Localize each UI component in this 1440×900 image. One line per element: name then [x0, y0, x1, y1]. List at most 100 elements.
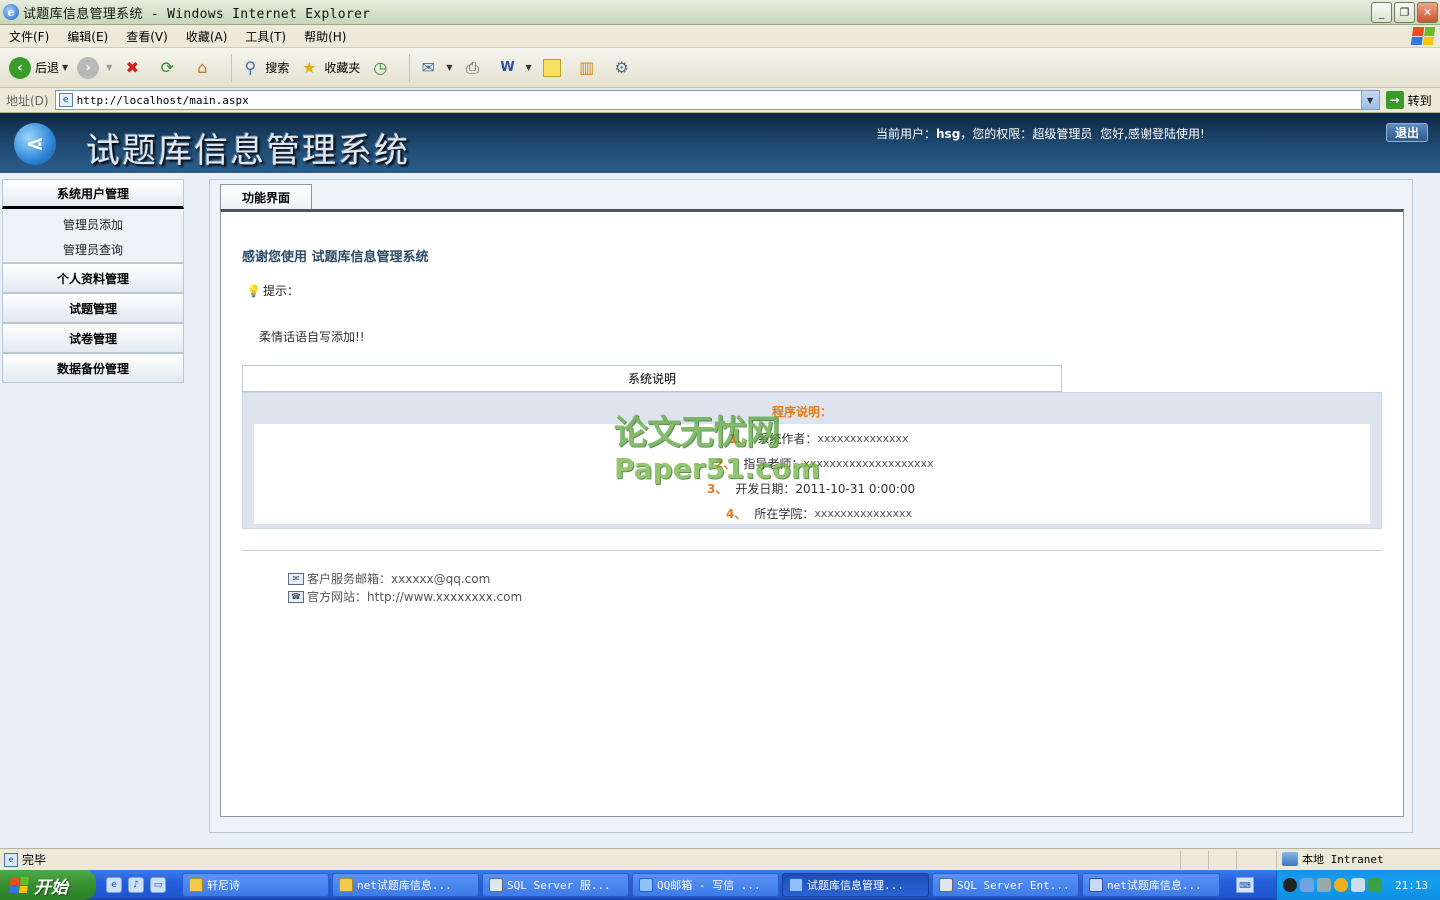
- contact-email: ✉ 客户服务邮箱： xxxxxx@qq.com: [288, 570, 490, 587]
- stop-icon: ✖: [125, 58, 140, 77]
- sidebar-item-admin-query[interactable]: 管理员查询: [2, 237, 184, 263]
- sidebar-item-admin-add[interactable]: 管理员添加: [2, 211, 184, 237]
- task-button[interactable]: QQ邮箱 - 写信 ...: [632, 873, 779, 897]
- books-icon: ▥: [579, 58, 595, 77]
- browser-toolbar: ‹ 后退 ▼ › ▼ ✖ ⟳ ⌂ ⚲ 搜索 ★ 收藏夹 ◷ ✉ ▼ ⎙ W ▼ …: [0, 48, 1440, 88]
- security-shield-icon[interactable]: [1368, 878, 1382, 892]
- system-title: 试题库信息管理系统: [86, 131, 410, 171]
- sidebar-group-papers[interactable]: 试卷管理: [2, 323, 184, 353]
- printer-icon: ⎙: [466, 57, 479, 77]
- menu-tools[interactable]: 工具(T): [236, 28, 295, 45]
- start-button[interactable]: 开始: [0, 870, 96, 900]
- favorites-label: 收藏夹: [324, 61, 361, 75]
- refresh-button[interactable]: ⟳: [155, 56, 182, 80]
- menu-help[interactable]: 帮助(H): [295, 28, 355, 45]
- windows-flag-icon: [1410, 27, 1436, 45]
- print-button[interactable]: ⎙: [461, 56, 488, 80]
- task-button-active[interactable]: 试题库信息管理...: [782, 873, 929, 897]
- windows-flag-icon: [8, 877, 30, 893]
- hint: 💡 提示：: [246, 282, 299, 299]
- menu-edit[interactable]: 编辑(E): [58, 28, 117, 45]
- mail-dropdown-icon[interactable]: ▼: [446, 63, 452, 72]
- sidebar-group-system-users[interactable]: 系统用户管理: [2, 179, 184, 209]
- sidebar-group-backup[interactable]: 数据备份管理: [2, 353, 184, 383]
- status-divider: [1208, 851, 1209, 869]
- forward-button[interactable]: › ▼: [76, 56, 112, 80]
- back-button[interactable]: ‹ 后退 ▼: [8, 56, 68, 80]
- page-icon: e: [58, 93, 73, 107]
- security-zone[interactable]: 本地 Intranet: [1282, 851, 1384, 867]
- edit-dropdown-icon[interactable]: ▼: [526, 63, 532, 72]
- notes-button[interactable]: [540, 56, 567, 80]
- address-label: 地址(D): [6, 93, 49, 108]
- mail-button[interactable]: ✉ ▼: [416, 56, 453, 80]
- window-controls: _ ❐ ✕: [1371, 2, 1438, 23]
- home-button[interactable]: ⌂: [190, 56, 217, 80]
- list-item: 4、 所在学院： xxxxxxxxxxxxxxx: [726, 507, 913, 521]
- task-button[interactable]: net试题库信息...: [332, 873, 479, 897]
- back-dropdown-icon[interactable]: ▼: [62, 63, 68, 72]
- word-icon: W: [500, 60, 515, 75]
- clock: 21:13: [1395, 878, 1429, 892]
- menu-view[interactable]: 查看(V): [117, 28, 177, 45]
- email-value[interactable]: xxxxxx@qq.com: [391, 572, 490, 586]
- go-button[interactable]: → 转到: [1385, 91, 1432, 109]
- address-url[interactable]: http://localhost/main.aspx: [77, 94, 249, 107]
- address-input[interactable]: e http://localhost/main.aspx ▼: [54, 90, 1380, 110]
- forward-dropdown-icon[interactable]: ▼: [106, 63, 112, 72]
- toolbar-separator: [231, 53, 233, 82]
- qq-icon[interactable]: [1283, 878, 1297, 892]
- page-icon: e: [4, 852, 18, 867]
- search-button[interactable]: ⚲ 搜索: [238, 56, 289, 80]
- intranet-icon: [1282, 852, 1298, 866]
- history-button[interactable]: ◷: [368, 56, 395, 80]
- close-button[interactable]: ✕: [1417, 2, 1438, 23]
- messenger-button[interactable]: ⚙: [610, 56, 637, 80]
- status-done: e 完毕: [0, 851, 46, 868]
- tab-function[interactable]: 功能界面: [220, 184, 312, 210]
- site-value[interactable]: http://www.xxxxxxxx.com: [367, 590, 522, 604]
- stop-button[interactable]: ✖: [120, 56, 147, 80]
- share-logo-icon: ⋖: [14, 123, 56, 165]
- maximize-button[interactable]: ❐: [1394, 2, 1415, 23]
- network-icon[interactable]: [1300, 878, 1314, 892]
- volume-icon[interactable]: [1317, 878, 1331, 892]
- item-label: 开发日期：: [735, 482, 796, 496]
- minimize-button[interactable]: _: [1371, 2, 1392, 23]
- status-divider: [1276, 851, 1277, 869]
- media-quicklaunch-icon[interactable]: ♪: [128, 877, 144, 893]
- program-title: 程序说明：: [772, 405, 833, 419]
- task-button[interactable]: net试题库信息...: [1082, 873, 1220, 897]
- item-label: 指导老师：: [743, 457, 804, 471]
- edit-button[interactable]: W ▼: [496, 56, 532, 80]
- note-icon: [540, 56, 564, 80]
- update-icon[interactable]: [1334, 878, 1348, 892]
- messenger-icon: ⚙: [614, 58, 629, 77]
- research-button[interactable]: ▥: [575, 56, 602, 80]
- address-dropdown-icon[interactable]: ▼: [1360, 91, 1379, 109]
- keyboard-icon[interactable]: ⌨: [1236, 877, 1254, 893]
- history-icon: ◷: [373, 58, 388, 77]
- menu-favorites[interactable]: 收藏(A): [177, 28, 237, 45]
- sidebar-group-questions[interactable]: 试题管理: [2, 293, 184, 323]
- menu-file[interactable]: 文件(F): [0, 28, 58, 45]
- task-button[interactable]: SQL Server Ent...: [932, 873, 1079, 897]
- folder-icon: [339, 878, 353, 892]
- favorites-button[interactable]: ★ 收藏夹: [297, 56, 360, 80]
- item-value: xxxxxxxxxxxxxx: [817, 432, 909, 445]
- task-button[interactable]: SQL Server 服...: [482, 873, 629, 897]
- task-button[interactable]: 轩尼诗: [182, 873, 329, 897]
- email-label: 客户服务邮箱：: [307, 572, 392, 586]
- system-note-inner: 1、 系统作者： xxxxxxxxxxxxxx 2、 指导老师： xxxxxxx…: [254, 424, 1370, 524]
- status-text: 完毕: [22, 853, 47, 867]
- display-icon[interactable]: [1351, 878, 1365, 892]
- sidebar-group-profile[interactable]: 个人资料管理: [2, 263, 184, 293]
- home-icon: ⌂: [197, 58, 208, 77]
- ie-icon: [639, 878, 653, 892]
- sql-icon: [939, 878, 953, 892]
- logout-button[interactable]: 退出: [1386, 123, 1428, 142]
- ie-quicklaunch-icon[interactable]: e: [106, 877, 122, 893]
- quick-launch: e ♪ ▭: [106, 877, 182, 893]
- desktop-quicklaunch-icon[interactable]: ▭: [150, 877, 166, 893]
- back-label: 后退: [35, 61, 60, 75]
